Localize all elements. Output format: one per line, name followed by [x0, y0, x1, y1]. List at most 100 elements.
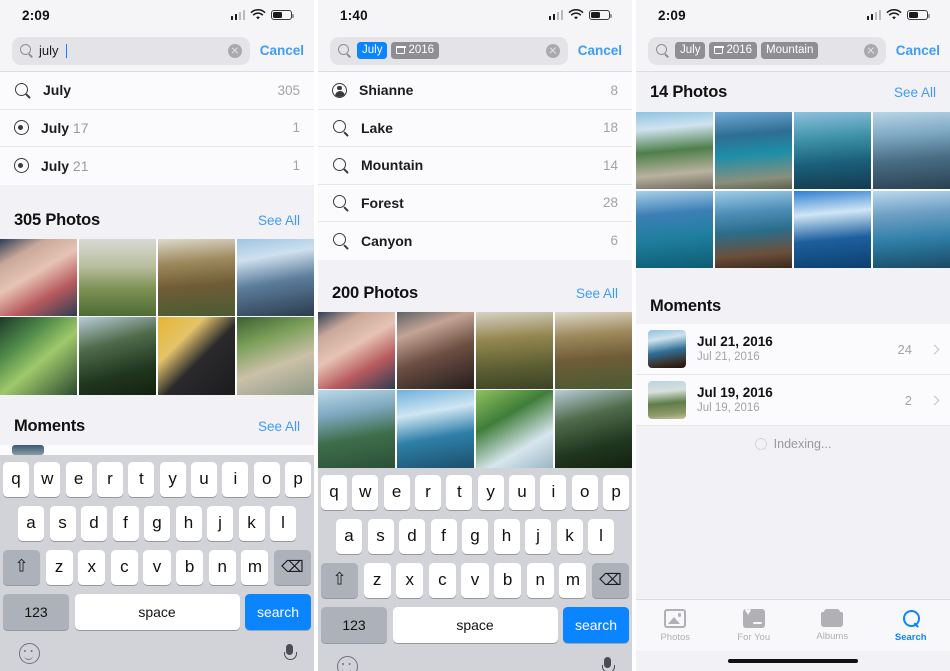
suggestion-row[interactable]: July 305 [0, 72, 314, 110]
key-w[interactable]: w [34, 461, 61, 497]
key-n[interactable]: n [208, 549, 236, 585]
search-token-2016[interactable]: 2016 [709, 42, 758, 59]
key-u[interactable]: u [509, 474, 535, 510]
key-n[interactable]: n [526, 562, 554, 598]
cancel-button[interactable]: Cancel [258, 43, 304, 58]
emoji-icon[interactable] [337, 656, 358, 671]
moment-row[interactable]: Jul 19, 2016 Jul 19, 2016 2 [636, 375, 950, 427]
search-token-july[interactable]: July [675, 42, 706, 59]
key-x[interactable]: x [396, 562, 424, 598]
photo-thumbnail[interactable] [714, 190, 793, 269]
key-q[interactable]: q [321, 474, 347, 510]
cancel-button[interactable]: Cancel [894, 43, 940, 58]
emoji-icon[interactable] [19, 643, 40, 665]
search-key[interactable]: search [563, 606, 629, 643]
cancel-button[interactable]: Cancel [576, 43, 622, 58]
clear-search-button[interactable] [227, 43, 242, 58]
photo-thumbnail[interactable] [636, 190, 714, 269]
key-d[interactable]: d [399, 518, 425, 554]
key-r[interactable]: r [415, 474, 441, 510]
photo-thumbnail[interactable] [714, 112, 793, 190]
key-o[interactable]: o [571, 474, 598, 510]
space-key[interactable]: space [74, 593, 240, 630]
shift-key[interactable] [321, 562, 358, 598]
microphone-icon[interactable] [284, 643, 297, 664]
key-i[interactable]: i [222, 461, 249, 497]
key-l[interactable]: l [588, 518, 614, 554]
search-token-mountain[interactable]: Mountain [761, 42, 819, 59]
key-z[interactable]: z [45, 549, 73, 585]
key-x[interactable]: x [78, 549, 106, 585]
photo-thumbnail[interactable] [475, 390, 554, 468]
key-k[interactable]: k [556, 518, 583, 554]
photo-thumbnail[interactable] [78, 317, 157, 395]
photo-thumbnail[interactable] [236, 317, 314, 395]
key-u[interactable]: u [191, 461, 217, 497]
suggestion-row[interactable]: Shianne 8 [318, 72, 632, 110]
key-h[interactable]: h [493, 518, 520, 554]
key-s[interactable]: s [367, 518, 394, 554]
photo-thumbnail[interactable] [793, 112, 872, 190]
key-t[interactable]: t [128, 461, 155, 497]
suggestion-row[interactable]: July 17 1 [0, 110, 314, 147]
tab-photos[interactable]: Photos [636, 600, 715, 651]
search-key[interactable]: search [245, 593, 311, 630]
photo-thumbnail[interactable] [793, 190, 872, 269]
photo-thumbnail[interactable] [872, 190, 950, 269]
key-a[interactable]: a [336, 518, 362, 554]
key-g[interactable]: g [462, 518, 488, 554]
tab-for-you[interactable]: For You [715, 600, 794, 651]
photo-thumbnail[interactable] [318, 311, 396, 389]
suggestion-row[interactable]: Forest 28 [318, 185, 632, 222]
photo-thumbnail[interactable] [236, 238, 314, 316]
key-c[interactable]: c [110, 549, 138, 585]
key-c[interactable]: c [428, 562, 456, 598]
see-all-photos-button[interactable]: See All [258, 213, 300, 228]
key-k[interactable]: k [238, 505, 265, 541]
see-all-photos-button[interactable]: See All [894, 85, 936, 100]
photo-thumbnail[interactable] [636, 112, 714, 190]
key-f[interactable]: f [112, 505, 139, 541]
tab-albums[interactable]: Albums [793, 600, 872, 651]
search-input[interactable]: July 2016 [330, 36, 568, 65]
key-a[interactable]: a [18, 505, 44, 541]
numbers-key[interactable]: 123 [3, 593, 69, 630]
key-o[interactable]: o [253, 461, 280, 497]
key-y[interactable]: y [477, 474, 504, 510]
key-y[interactable]: y [159, 461, 186, 497]
key-g[interactable]: g [144, 505, 170, 541]
search-input[interactable]: july [12, 36, 250, 65]
key-m[interactable]: m [241, 549, 269, 585]
space-key[interactable]: space [392, 606, 558, 643]
photo-thumbnail[interactable] [554, 311, 632, 389]
delete-key[interactable] [273, 549, 311, 585]
clear-search-button[interactable] [545, 43, 560, 58]
key-h[interactable]: h [175, 505, 202, 541]
see-all-photos-button[interactable]: See All [576, 286, 618, 301]
photo-thumbnail[interactable] [396, 390, 475, 468]
photo-thumbnail[interactable] [475, 311, 554, 389]
photo-thumbnail[interactable] [396, 311, 475, 389]
key-i[interactable]: i [540, 474, 567, 510]
numbers-key[interactable]: 123 [321, 606, 387, 643]
key-t[interactable]: t [446, 474, 473, 510]
key-d[interactable]: d [81, 505, 107, 541]
delete-key[interactable] [591, 562, 629, 598]
key-v[interactable]: v [143, 549, 171, 585]
key-z[interactable]: z [363, 562, 391, 598]
photo-thumbnail[interactable] [157, 317, 236, 395]
photo-thumbnail[interactable] [0, 317, 78, 395]
key-v[interactable]: v [461, 562, 489, 598]
key-r[interactable]: r [97, 461, 123, 497]
key-e[interactable]: e [383, 474, 410, 510]
see-all-moments-button[interactable]: See All [258, 419, 300, 434]
tab-search[interactable]: Search [872, 600, 950, 651]
microphone-icon[interactable] [602, 656, 615, 671]
suggestion-row[interactable]: Lake 18 [318, 110, 632, 147]
key-m[interactable]: m [559, 562, 587, 598]
photo-thumbnail[interactable] [554, 390, 632, 468]
key-s[interactable]: s [49, 505, 76, 541]
clear-search-button[interactable] [863, 43, 878, 58]
key-q[interactable]: q [3, 461, 29, 497]
key-b[interactable]: b [494, 562, 522, 598]
